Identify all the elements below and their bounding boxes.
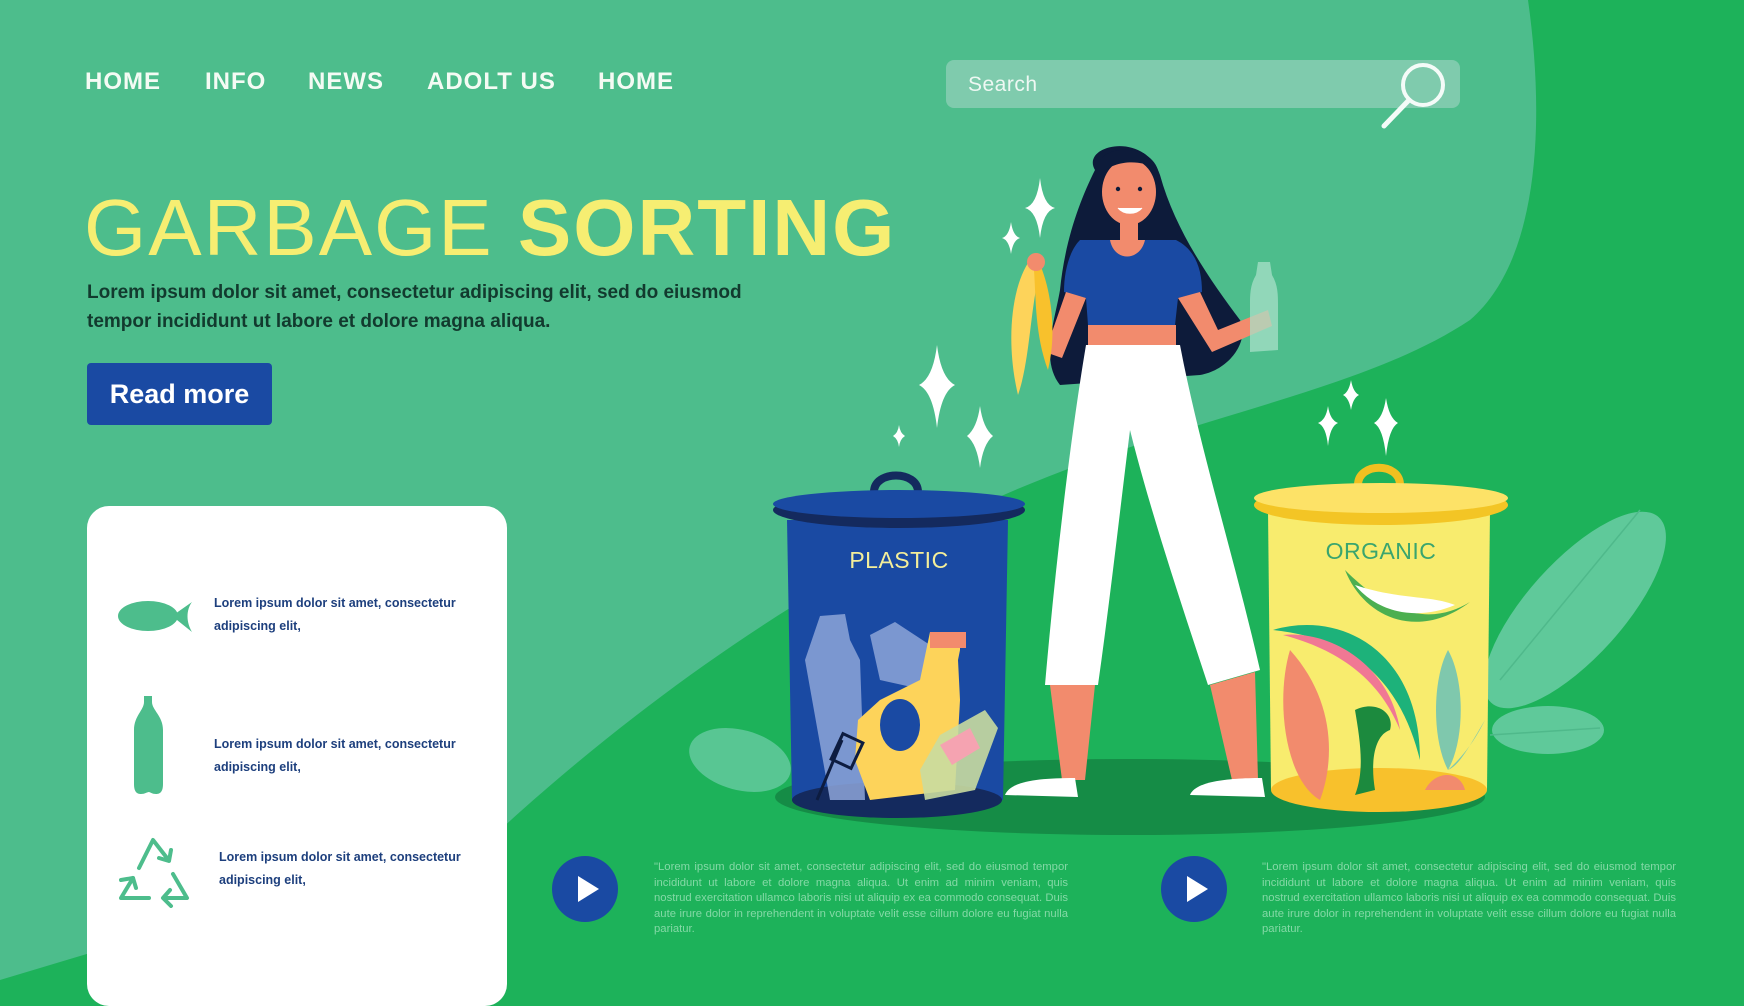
hero-description: Lorem ipsum dolor sit amet, consectetur … <box>87 282 742 332</box>
recycle-icon <box>119 838 189 908</box>
play-button[interactable] <box>1161 856 1227 922</box>
page-title: GARBAGE SORTING <box>84 182 896 274</box>
feature-text: Lorem ipsum dolor sit amet, consectetur … <box>214 737 456 774</box>
read-more-button[interactable]: Read more <box>87 363 272 425</box>
nav-item-home[interactable]: HOME <box>85 68 161 96</box>
play-button[interactable] <box>552 856 618 922</box>
nav-item-news[interactable]: NEWS <box>308 68 384 96</box>
feature-item: Lorem ipsum dolor sit amet, consectetur … <box>87 691 507 794</box>
search-icon[interactable] <box>1378 58 1452 132</box>
nav-item-about-us[interactable]: ADOLT US <box>427 68 556 96</box>
video-note: "Lorem ipsum dolor sit amet, consectetur… <box>1262 861 1676 935</box>
bottle-icon <box>134 696 163 794</box>
title-light: GARBAGE <box>84 183 494 272</box>
nav-item-home-2[interactable]: HOME <box>598 68 674 96</box>
fish-icon <box>118 601 192 632</box>
feature-item: Lorem ipsum dolor sit amet, consectetur … <box>87 836 507 926</box>
play-icon <box>578 876 599 902</box>
play-icon <box>1187 876 1208 902</box>
feature-text: Lorem ipsum dolor sit amet, consectetur … <box>219 850 461 887</box>
feature-text: Lorem ipsum dolor sit amet, consectetur … <box>214 596 456 633</box>
search-input[interactable] <box>966 60 1330 110</box>
video-note: "Lorem ipsum dolor sit amet, consectetur… <box>654 861 1068 935</box>
features-card: Lorem ipsum dolor sit amet, consectetur … <box>87 506 507 1006</box>
title-bold: SORTING <box>517 183 897 272</box>
nav-item-info[interactable]: INFO <box>205 68 266 96</box>
feature-item: Lorem ipsum dolor sit amet, consectetur … <box>87 596 507 686</box>
